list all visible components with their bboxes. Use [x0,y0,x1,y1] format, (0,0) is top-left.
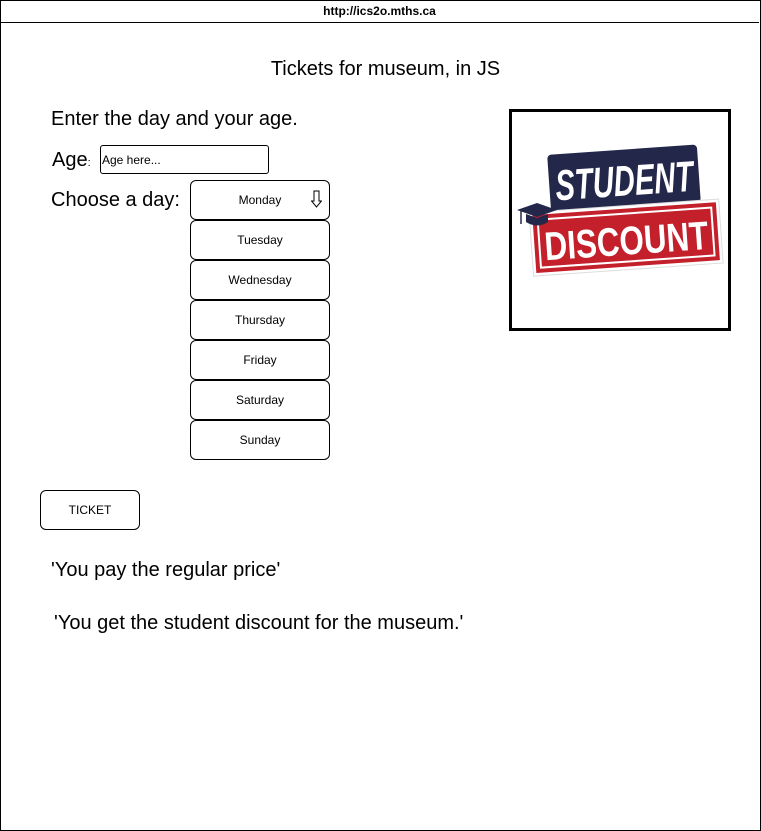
day-option-label: Monday [238,193,282,207]
student-discount-logo: STUDENT DISCOUNT [509,109,731,331]
day-option-saturday[interactable]: Saturday [190,380,330,420]
day-option-label: Friday [243,353,277,367]
age-label-colon: : [87,157,91,169]
address-bar[interactable]: http://ics2o.mths.ca [0,0,759,23]
age-label: Age: [52,149,91,172]
age-label-text: Age [52,149,88,171]
day-option-monday[interactable]: Monday [190,180,330,220]
regular-price-message: 'You pay the regular price' [51,559,281,581]
instruction-text: Enter the day and your age. [51,108,298,130]
day-option-sunday[interactable]: Sunday [190,420,330,460]
page-title: Tickets for museum, in JS [270,58,501,80]
day-option-label: Saturday [235,393,285,407]
student-discount-message: 'You get the student discount for the mu… [54,612,464,634]
down-arrow-icon [311,190,322,208]
student-discount-logo-image: STUDENT DISCOUNT [517,144,724,277]
day-option-label: Thursday [234,313,286,327]
age-input[interactable] [100,145,269,174]
day-label: Choose a day: [51,189,180,211]
day-option-tuesday[interactable]: Tuesday [190,220,330,260]
day-option-friday[interactable]: Friday [190,340,330,380]
day-option-wednesday[interactable]: Wednesday [190,260,330,300]
day-option-label: Sunday [239,433,281,447]
day-option-label: Wednesday [228,273,292,287]
day-option-thursday[interactable]: Thursday [190,300,330,340]
day-option-label: Tuesday [237,233,283,247]
ticket-button[interactable]: TICKET [40,490,140,530]
